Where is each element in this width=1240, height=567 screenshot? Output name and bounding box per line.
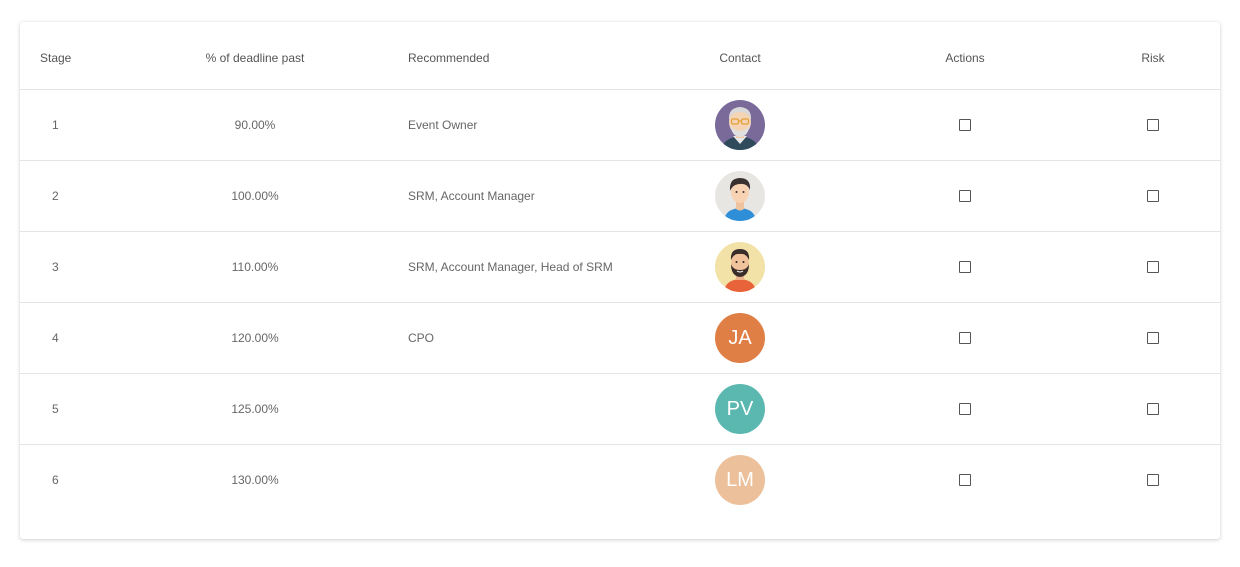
stage-cell: 4 (52, 331, 59, 345)
escalation-table-card: Stage % of deadline past Recommended Con… (20, 22, 1220, 539)
risk-checkbox[interactable] (1147, 332, 1159, 344)
header-pct-deadline: % of deadline past (205, 50, 305, 65)
stage-cell: 3 (52, 260, 59, 274)
header-recommended: Recommended (408, 50, 490, 65)
pct-cell: 125.00% (231, 402, 279, 416)
header-actions: Actions (945, 50, 985, 65)
risk-cell (1103, 445, 1203, 515)
table-row: 3 110.00% SRM, Account Manager, Head of … (20, 232, 1220, 303)
bearded-man-avatar-icon[interactable] (715, 242, 765, 292)
stage-cell: 2 (52, 189, 59, 203)
risk-cell (1103, 232, 1203, 302)
recommended-cell (408, 445, 688, 515)
actions-cell (915, 303, 1015, 373)
table-row: 6 130.00% LM (20, 445, 1220, 515)
actions-cell (915, 445, 1015, 515)
pct-cell: 130.00% (231, 473, 279, 487)
header-stage: Stage (40, 50, 72, 65)
contact-cell (690, 161, 790, 231)
actions-checkbox[interactable] (959, 261, 971, 273)
recommended-cell: Event Owner (408, 118, 478, 132)
actions-checkbox[interactable] (959, 474, 971, 486)
table-row: 1 90.00% Event Owner (20, 90, 1220, 161)
table-row: 5 125.00% PV (20, 374, 1220, 445)
risk-checkbox[interactable] (1147, 474, 1159, 486)
table-row: 2 100.00% SRM, Account Manager (20, 161, 1220, 232)
contact-cell: LM (690, 445, 790, 515)
pct-cell: 120.00% (231, 331, 279, 345)
recommended-cell (408, 374, 688, 444)
recommended-cell: CPO (408, 331, 435, 345)
actions-checkbox[interactable] (959, 190, 971, 202)
stage-cell: 1 (52, 118, 59, 132)
contact-cell (690, 232, 790, 302)
contact-cell (690, 90, 790, 160)
risk-cell (1103, 90, 1203, 160)
old-man-glasses-avatar-icon[interactable] (715, 100, 765, 150)
recommended-cell: SRM, Account Manager (408, 189, 535, 203)
pct-cell: 100.00% (231, 189, 279, 203)
contact-cell: PV (690, 374, 790, 444)
risk-cell (1103, 161, 1203, 231)
initials-avatar[interactable]: JA (715, 313, 765, 363)
actions-cell (915, 232, 1015, 302)
actions-checkbox[interactable] (959, 403, 971, 415)
risk-checkbox[interactable] (1147, 190, 1159, 202)
young-man-avatar-icon[interactable] (715, 171, 765, 221)
initials-avatar[interactable]: LM (715, 455, 765, 505)
recommended-cell: SRM, Account Manager, Head of SRM (408, 260, 613, 274)
actions-cell (915, 90, 1015, 160)
header-risk: Risk (1141, 50, 1165, 65)
risk-checkbox[interactable] (1147, 119, 1159, 131)
contact-cell: JA (690, 303, 790, 373)
stage-cell: 6 (52, 473, 59, 487)
risk-cell (1103, 303, 1203, 373)
risk-checkbox[interactable] (1147, 403, 1159, 415)
header-contact: Contact (719, 50, 761, 65)
pct-cell: 110.00% (231, 260, 279, 274)
table-row: 4 120.00% CPO JA (20, 303, 1220, 374)
table-header: Stage % of deadline past Recommended Con… (20, 22, 1220, 90)
actions-cell (915, 374, 1015, 444)
risk-cell (1103, 374, 1203, 444)
actions-cell (915, 161, 1015, 231)
actions-checkbox[interactable] (959, 332, 971, 344)
actions-checkbox[interactable] (959, 119, 971, 131)
pct-cell: 90.00% (234, 118, 276, 132)
stage-cell: 5 (52, 402, 59, 416)
risk-checkbox[interactable] (1147, 261, 1159, 273)
initials-avatar[interactable]: PV (715, 384, 765, 434)
